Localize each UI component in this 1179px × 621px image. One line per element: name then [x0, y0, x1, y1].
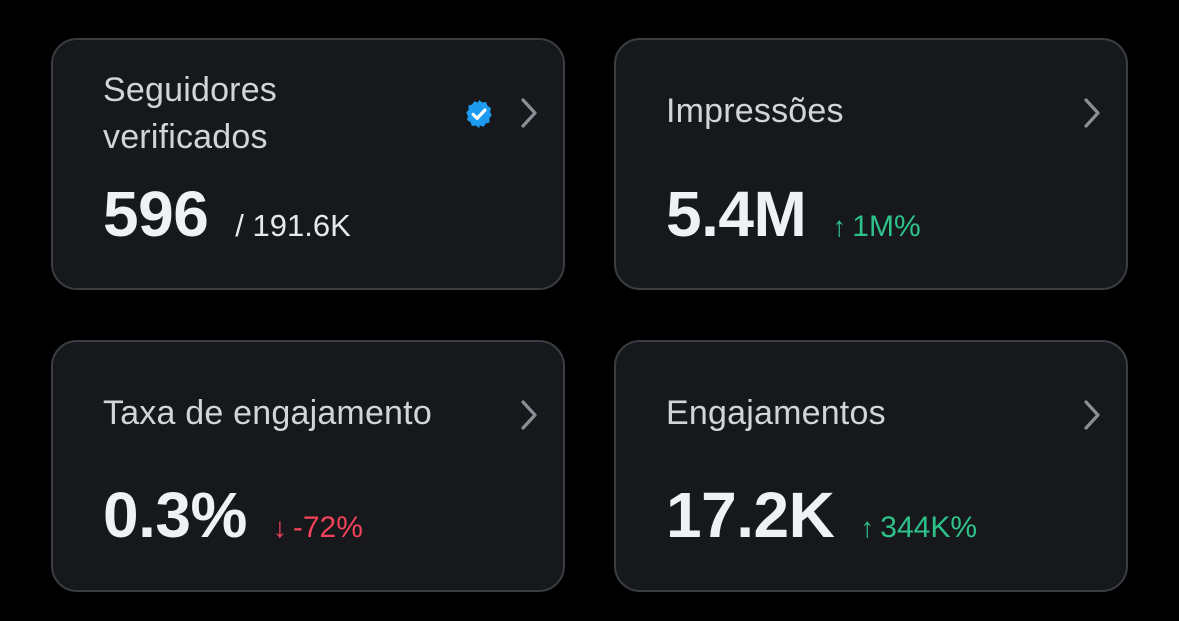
verified-followers-count: 596 — [103, 178, 209, 250]
verified-followers-value-row: 596 / 191.6K — [103, 178, 351, 250]
impressions-value-row: 5.4M ↑ 1M% — [666, 178, 921, 250]
chevron-right-icon — [1078, 398, 1104, 432]
engagement-rate-value: 0.3% — [103, 479, 247, 551]
engagements-value-row: 17.2K ↑ 344K% — [666, 479, 977, 551]
engagement-rate-change: ↓ -72% — [273, 511, 363, 545]
engagement-rate-value-row: 0.3% ↓ -72% — [103, 479, 363, 551]
total-followers: / 191.6K — [235, 208, 351, 243]
engagements-card[interactable]: Engajamentos 17.2K ↑ 344K% — [614, 340, 1128, 592]
engagements-change: ↑ 344K% — [860, 511, 977, 545]
verified-followers-title: Seguidores verificados — [103, 71, 278, 156]
impressions-change: ↑ 1M% — [832, 210, 920, 244]
engagements-value: 17.2K — [666, 479, 835, 551]
arrow-up-icon: ↑ — [832, 211, 847, 242]
engagements-change-value: 344K% — [880, 511, 978, 544]
engagement-rate-card[interactable]: Taxa de engajamento 0.3% ↓ -72% — [51, 340, 565, 592]
engagement-rate-title: Taxa de engajamento — [103, 394, 432, 432]
impressions-title: Impressões — [666, 92, 844, 130]
verified-followers-card[interactable]: Seguidores verificados 596 / 191.6K — [51, 38, 565, 290]
impressions-value: 5.4M — [666, 178, 807, 250]
chevron-right-icon — [515, 96, 541, 130]
impressions-card[interactable]: Impressões 5.4M ↑ 1M% — [614, 38, 1128, 290]
chevron-right-icon — [1078, 96, 1104, 130]
impressions-change-value: 1M% — [852, 210, 921, 243]
arrow-down-icon: ↓ — [272, 512, 287, 543]
chevron-right-icon — [515, 398, 541, 432]
verified-badge-icon — [463, 98, 495, 130]
arrow-up-icon: ↑ — [860, 512, 875, 543]
engagements-title: Engajamentos — [666, 394, 886, 432]
engagement-rate-change-value: -72% — [292, 511, 363, 544]
